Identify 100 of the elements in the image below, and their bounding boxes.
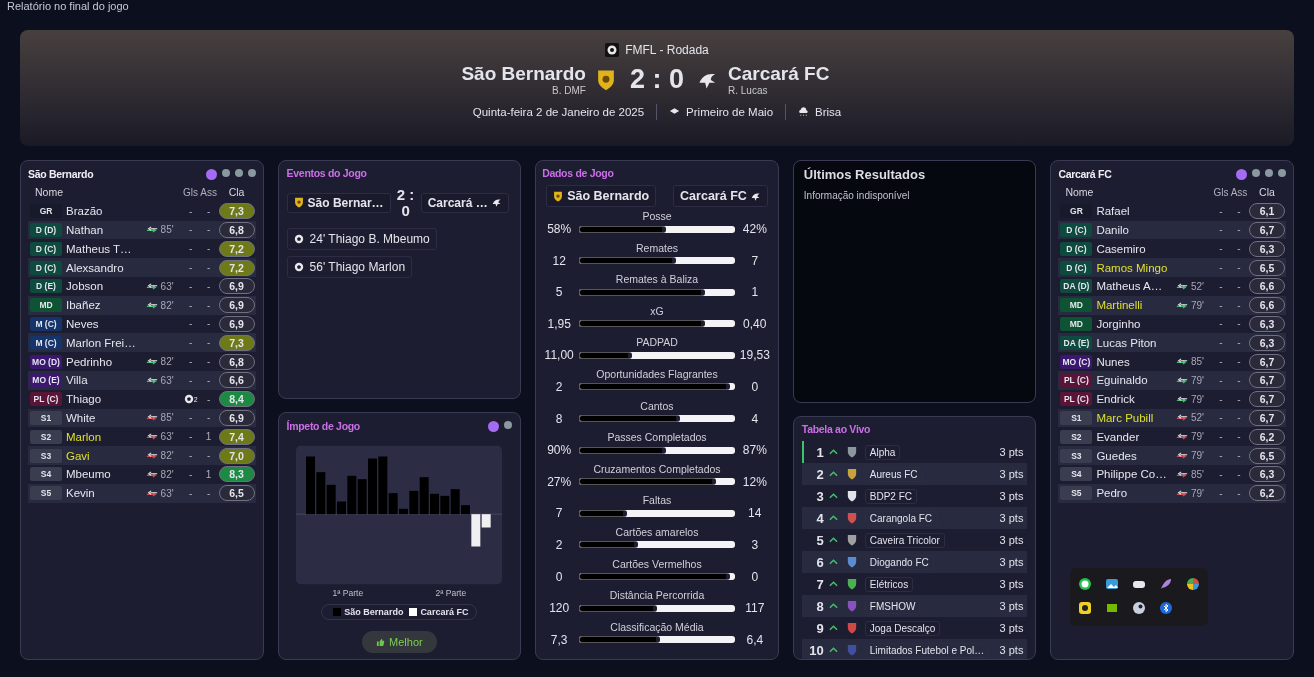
player-name[interactable]: Pedrinho bbox=[66, 355, 146, 368]
team-name[interactable]: Diogando FC bbox=[864, 554, 934, 570]
player-name[interactable]: Matheus A… bbox=[1096, 280, 1176, 293]
player-name[interactable]: Ramos Mingo bbox=[1096, 261, 1176, 274]
player-name[interactable]: Ibañez bbox=[66, 299, 146, 312]
team-name[interactable]: Carcará FC bbox=[728, 63, 878, 85]
player-row[interactable]: GR Brazão - - 7,3 bbox=[28, 201, 256, 221]
player-name[interactable]: Nathan bbox=[66, 224, 146, 236]
team-name[interactable]: BDP2 FC bbox=[864, 488, 918, 504]
column-header[interactable]: Cla bbox=[1248, 186, 1286, 199]
player-name[interactable]: White bbox=[66, 411, 146, 424]
column-header[interactable]: Gls bbox=[181, 186, 200, 198]
square-app-icon[interactable] bbox=[1078, 601, 1093, 615]
team-name[interactable]: Joga Descalço bbox=[864, 620, 941, 636]
player-name[interactable]: Danilo bbox=[1096, 224, 1176, 236]
player-name[interactable]: Marc Pubill bbox=[1096, 411, 1176, 424]
team-name[interactable]: Alpha bbox=[864, 444, 901, 460]
player-name[interactable]: Evander bbox=[1096, 430, 1176, 443]
player-row[interactable]: MD Martinelli 79' - - 6,6 bbox=[1058, 295, 1286, 315]
player-row[interactable]: S3 Gavi 82' - - 7,0 bbox=[28, 446, 256, 465]
player-row[interactable]: DA (D) Matheus A… 52' - - 6,6 bbox=[1058, 277, 1286, 296]
player-name[interactable]: Pedro bbox=[1096, 487, 1176, 500]
player-name[interactable]: Jorginho bbox=[1096, 317, 1176, 330]
player-name[interactable]: Marlon Frei… bbox=[66, 336, 146, 349]
team-name[interactable]: Caveira Tricolor bbox=[864, 532, 945, 548]
column-header[interactable]: Nome bbox=[35, 186, 146, 199]
table-row[interactable]: 7 Elétricos 3 pts bbox=[801, 573, 1028, 595]
player-row[interactable]: D (C) Ramos Mingo - - 6,5 bbox=[1058, 258, 1286, 277]
player-row[interactable]: GR Rafael - - 6,1 bbox=[1058, 201, 1286, 221]
player-row[interactable]: PL (C) Eguinaldo 79' - - 6,7 bbox=[1058, 370, 1286, 390]
chat-bubble-icon[interactable] bbox=[1078, 577, 1093, 591]
player-row[interactable]: S5 Kevin 63' - - 6,5 bbox=[28, 483, 256, 503]
photo-icon[interactable] bbox=[1105, 577, 1120, 591]
player-name[interactable]: Gavi bbox=[66, 449, 146, 462]
player-name[interactable]: Matheus T… bbox=[66, 242, 146, 255]
player-row[interactable]: MO (E) Villa 63' - - 6,6 bbox=[28, 370, 256, 390]
page-dot[interactable] bbox=[488, 420, 500, 432]
player-name[interactable]: Jobson bbox=[66, 280, 146, 293]
player-name[interactable]: Rafael bbox=[1096, 205, 1176, 218]
player-name[interactable]: Thiago bbox=[66, 393, 146, 406]
player-name[interactable]: Mbeumo bbox=[66, 468, 146, 481]
page-dot[interactable] bbox=[221, 168, 230, 177]
page-dot[interactable] bbox=[234, 168, 243, 177]
page-dot[interactable] bbox=[1236, 168, 1247, 180]
player-row[interactable]: S1 White 85' - - 6,9 bbox=[28, 408, 256, 428]
table-row[interactable]: 2 Aureus FC 3 pts bbox=[801, 463, 1028, 485]
table-row[interactable]: 3 BDP2 FC 3 pts bbox=[801, 485, 1028, 507]
player-row[interactable]: S2 Evander 79' - - 6,2 bbox=[1058, 427, 1286, 447]
goal-event[interactable]: 56' Thiago Marlon bbox=[286, 255, 413, 278]
player-row[interactable]: S2 Marlon 63' - 1 7,4 bbox=[28, 427, 256, 447]
pinwheel-icon[interactable] bbox=[1186, 577, 1201, 591]
player-name[interactable]: Marlon bbox=[66, 430, 146, 443]
table-row[interactable]: 6 Diogando FC 3 pts bbox=[801, 551, 1028, 573]
column-header[interactable]: Gls bbox=[1212, 186, 1230, 198]
page-dot[interactable] bbox=[504, 420, 513, 429]
page-dot[interactable] bbox=[1252, 168, 1260, 177]
team-name[interactable]: Elétricos bbox=[864, 576, 914, 592]
player-row[interactable]: DA (E) Lucas Piton - - 6,3 bbox=[1058, 333, 1286, 353]
best-button[interactable]: Melhor bbox=[362, 631, 437, 653]
page-dot[interactable] bbox=[1265, 168, 1273, 177]
column-header[interactable]: Ass bbox=[1230, 186, 1248, 198]
player-name[interactable]: Villa bbox=[66, 374, 146, 387]
page-dot[interactable] bbox=[1278, 168, 1286, 177]
player-row[interactable]: M (C) Marlon Frei… - - 7,3 bbox=[28, 333, 256, 353]
player-row[interactable]: D (C) Alexsandro - - 7,2 bbox=[28, 258, 256, 277]
player-row[interactable]: D (C) Danilo - - 6,7 bbox=[1058, 220, 1286, 240]
player-name[interactable]: Brazão bbox=[66, 205, 146, 218]
player-name[interactable]: Alexsandro bbox=[66, 261, 146, 274]
player-name[interactable]: Lucas Piton bbox=[1096, 336, 1176, 349]
player-row[interactable]: S3 Guedes 79' - - 6,5 bbox=[1058, 446, 1286, 465]
table-row[interactable]: 4 Carangola FC 3 pts bbox=[801, 507, 1028, 529]
player-row[interactable]: S4 Mbeumo 82' - 1 8,3 bbox=[28, 464, 256, 484]
player-name[interactable]: Kevin bbox=[66, 487, 146, 500]
page-dot[interactable] bbox=[247, 168, 256, 177]
player-name[interactable]: Guedes bbox=[1096, 449, 1176, 462]
player-row[interactable]: MD Jorginho - - 6,3 bbox=[1058, 314, 1286, 334]
team-name[interactable]: Carangola FC bbox=[864, 510, 938, 526]
player-row[interactable]: M (C) Neves - - 6,9 bbox=[28, 314, 256, 334]
player-row[interactable]: D (E) Jobson 63' - - 6,9 bbox=[28, 277, 256, 296]
player-row[interactable]: MD Ibañez 82' - - 6,9 bbox=[28, 295, 256, 315]
team-name[interactable]: São Bernardo bbox=[461, 63, 586, 85]
bluetooth-icon[interactable] bbox=[1159, 601, 1174, 615]
player-name[interactable]: Eguinaldo bbox=[1096, 374, 1176, 387]
player-row[interactable]: S5 Pedro 79' - - 6,2 bbox=[1058, 483, 1286, 503]
table-row[interactable]: 10 Limitados Futebol e Pol… 3 pts bbox=[801, 639, 1028, 659]
team-name[interactable]: Aureus FC bbox=[864, 466, 923, 482]
player-name[interactable]: Martinelli bbox=[1096, 299, 1176, 312]
goal-event[interactable]: 24' Thiago B. Mbeumo bbox=[286, 227, 437, 250]
team-name[interactable]: Limitados Futebol e Pol… bbox=[864, 642, 990, 658]
player-name[interactable]: Neves bbox=[66, 317, 146, 330]
player-row[interactable]: S1 Marc Pubill 52' - - 6,7 bbox=[1058, 408, 1286, 428]
player-name[interactable]: Casemiro bbox=[1096, 242, 1176, 255]
player-row[interactable]: PL (C) Endrick 79' - - 6,7 bbox=[1058, 389, 1286, 409]
player-name[interactable]: Philippe Co… bbox=[1096, 468, 1176, 481]
player-row[interactable]: MO (D) Pedrinho 82' - - 6,8 bbox=[28, 352, 256, 371]
player-name[interactable]: Endrick bbox=[1096, 393, 1176, 406]
feather-icon[interactable] bbox=[1159, 577, 1174, 591]
player-row[interactable]: D (D) Nathan 85' - - 6,8 bbox=[28, 220, 256, 240]
team-name[interactable]: FMSHOW bbox=[864, 598, 921, 614]
player-row[interactable]: D (C) Matheus T… - - 7,2 bbox=[28, 239, 256, 259]
